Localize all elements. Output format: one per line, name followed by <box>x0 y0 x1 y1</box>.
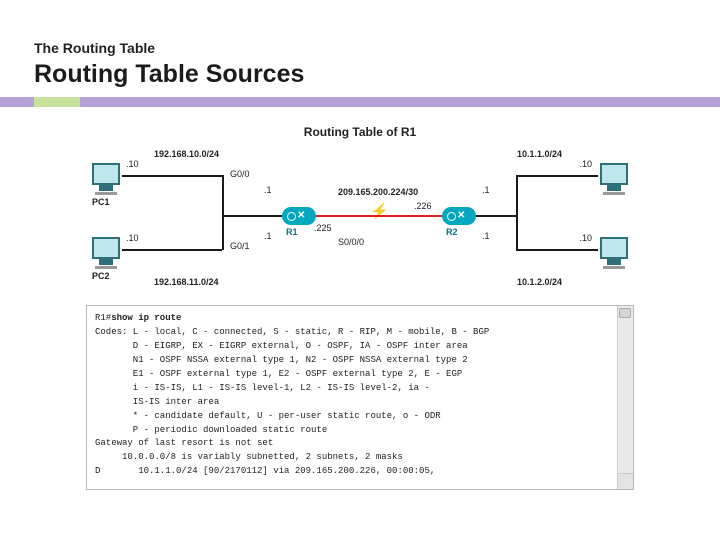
host-pc2-label: PC2 <box>92 271 110 281</box>
pc2-addr: .10 <box>126 233 139 243</box>
router-r1-label: R1 <box>286 227 298 237</box>
terminal-line: E1 - OSPF external type 1, E2 - OSPF ext… <box>95 368 625 382</box>
terminal-line: P - periodic downloaded static route <box>95 424 625 438</box>
accent-bar <box>0 97 720 107</box>
terminal-command: show ip route <box>111 313 181 323</box>
terminal-line: 10.0.0.0/8 is variably subnetted, 2 subn… <box>95 451 625 465</box>
network-label-4: 10.1.2.0/24 <box>517 277 562 287</box>
link <box>222 217 224 250</box>
link <box>516 175 518 250</box>
resize-grip[interactable] <box>617 473 633 489</box>
link <box>516 175 598 177</box>
host-pc1-label: PC1 <box>92 197 110 207</box>
slide-title: Routing Table Sources <box>34 60 686 89</box>
iface-r1-s: S0/0/0 <box>338 237 364 247</box>
iface-r1-g01: G0/1 <box>230 241 250 251</box>
iface-r1-g00: G0/0 <box>230 169 250 179</box>
iface-r1-s-ip: .225 <box>314 223 332 233</box>
host-pc1 <box>92 163 120 195</box>
host-pc2 <box>92 237 120 269</box>
network-label-3: 10.1.1.0/24 <box>517 149 562 159</box>
router-r2-label: R2 <box>446 227 458 237</box>
diagram-title: Routing Table of R1 <box>86 125 634 139</box>
terminal-prompt: R1# <box>95 313 111 323</box>
terminal-line: D 10.1.1.0/24 [90/2170112] via 209.165.2… <box>95 465 625 479</box>
iface-r1-g01-ip: .1 <box>264 231 272 241</box>
terminal-line: D - EIGRP, EX - EIGRP external, O - OSPF… <box>95 340 625 354</box>
link <box>222 175 224 215</box>
pc4-addr: .10 <box>579 233 592 243</box>
network-label-wan: 209.165.200.224/30 <box>338 187 418 197</box>
scroll-up-button[interactable] <box>619 308 631 318</box>
terminal-line: IS-IS inter area <box>95 396 625 410</box>
iface-r2-g00-ip: .1 <box>482 185 490 195</box>
link <box>122 249 222 251</box>
link <box>516 249 598 251</box>
network-diagram: PC1 .10 PC2 .10 .10 .10 192.168.10.0/24 … <box>86 145 634 293</box>
link <box>222 215 282 217</box>
scrollbar[interactable] <box>617 306 633 489</box>
serial-link <box>316 215 442 217</box>
slide-kicker: The Routing Table <box>34 40 686 56</box>
pc1-addr: .10 <box>126 159 139 169</box>
network-label-2: 192.168.11.0/24 <box>154 277 219 287</box>
host-pc3 <box>600 163 628 195</box>
link <box>122 175 222 177</box>
iface-r1-g00-ip: .1 <box>264 185 272 195</box>
router-r1-icon: ✕ <box>282 207 316 225</box>
terminal-line: * - candidate default, U - per-user stat… <box>95 410 625 424</box>
iface-r2-g01-ip: .1 <box>482 231 490 241</box>
network-label-1: 192.168.10.0/24 <box>154 149 219 159</box>
terminal-window: R1#show ip route Codes: L - local, C - c… <box>86 305 634 490</box>
terminal-line: Codes: L - local, C - connected, S - sta… <box>95 326 625 340</box>
terminal-line: Gateway of last resort is not set <box>95 437 625 451</box>
router-r2-icon: ✕ <box>442 207 476 225</box>
iface-r2-s-ip: .226 <box>414 201 432 211</box>
terminal-line: N1 - OSPF NSSA external type 1, N2 - OSP… <box>95 354 625 368</box>
pc3-addr: .10 <box>579 159 592 169</box>
terminal-line: i - IS-IS, L1 - IS-IS level-1, L2 - IS-I… <box>95 382 625 396</box>
serial-zigzag-icon: ⚡ <box>370 205 389 220</box>
link <box>476 215 516 217</box>
host-pc4 <box>600 237 628 269</box>
terminal-command-line: R1#show ip route <box>95 312 625 326</box>
